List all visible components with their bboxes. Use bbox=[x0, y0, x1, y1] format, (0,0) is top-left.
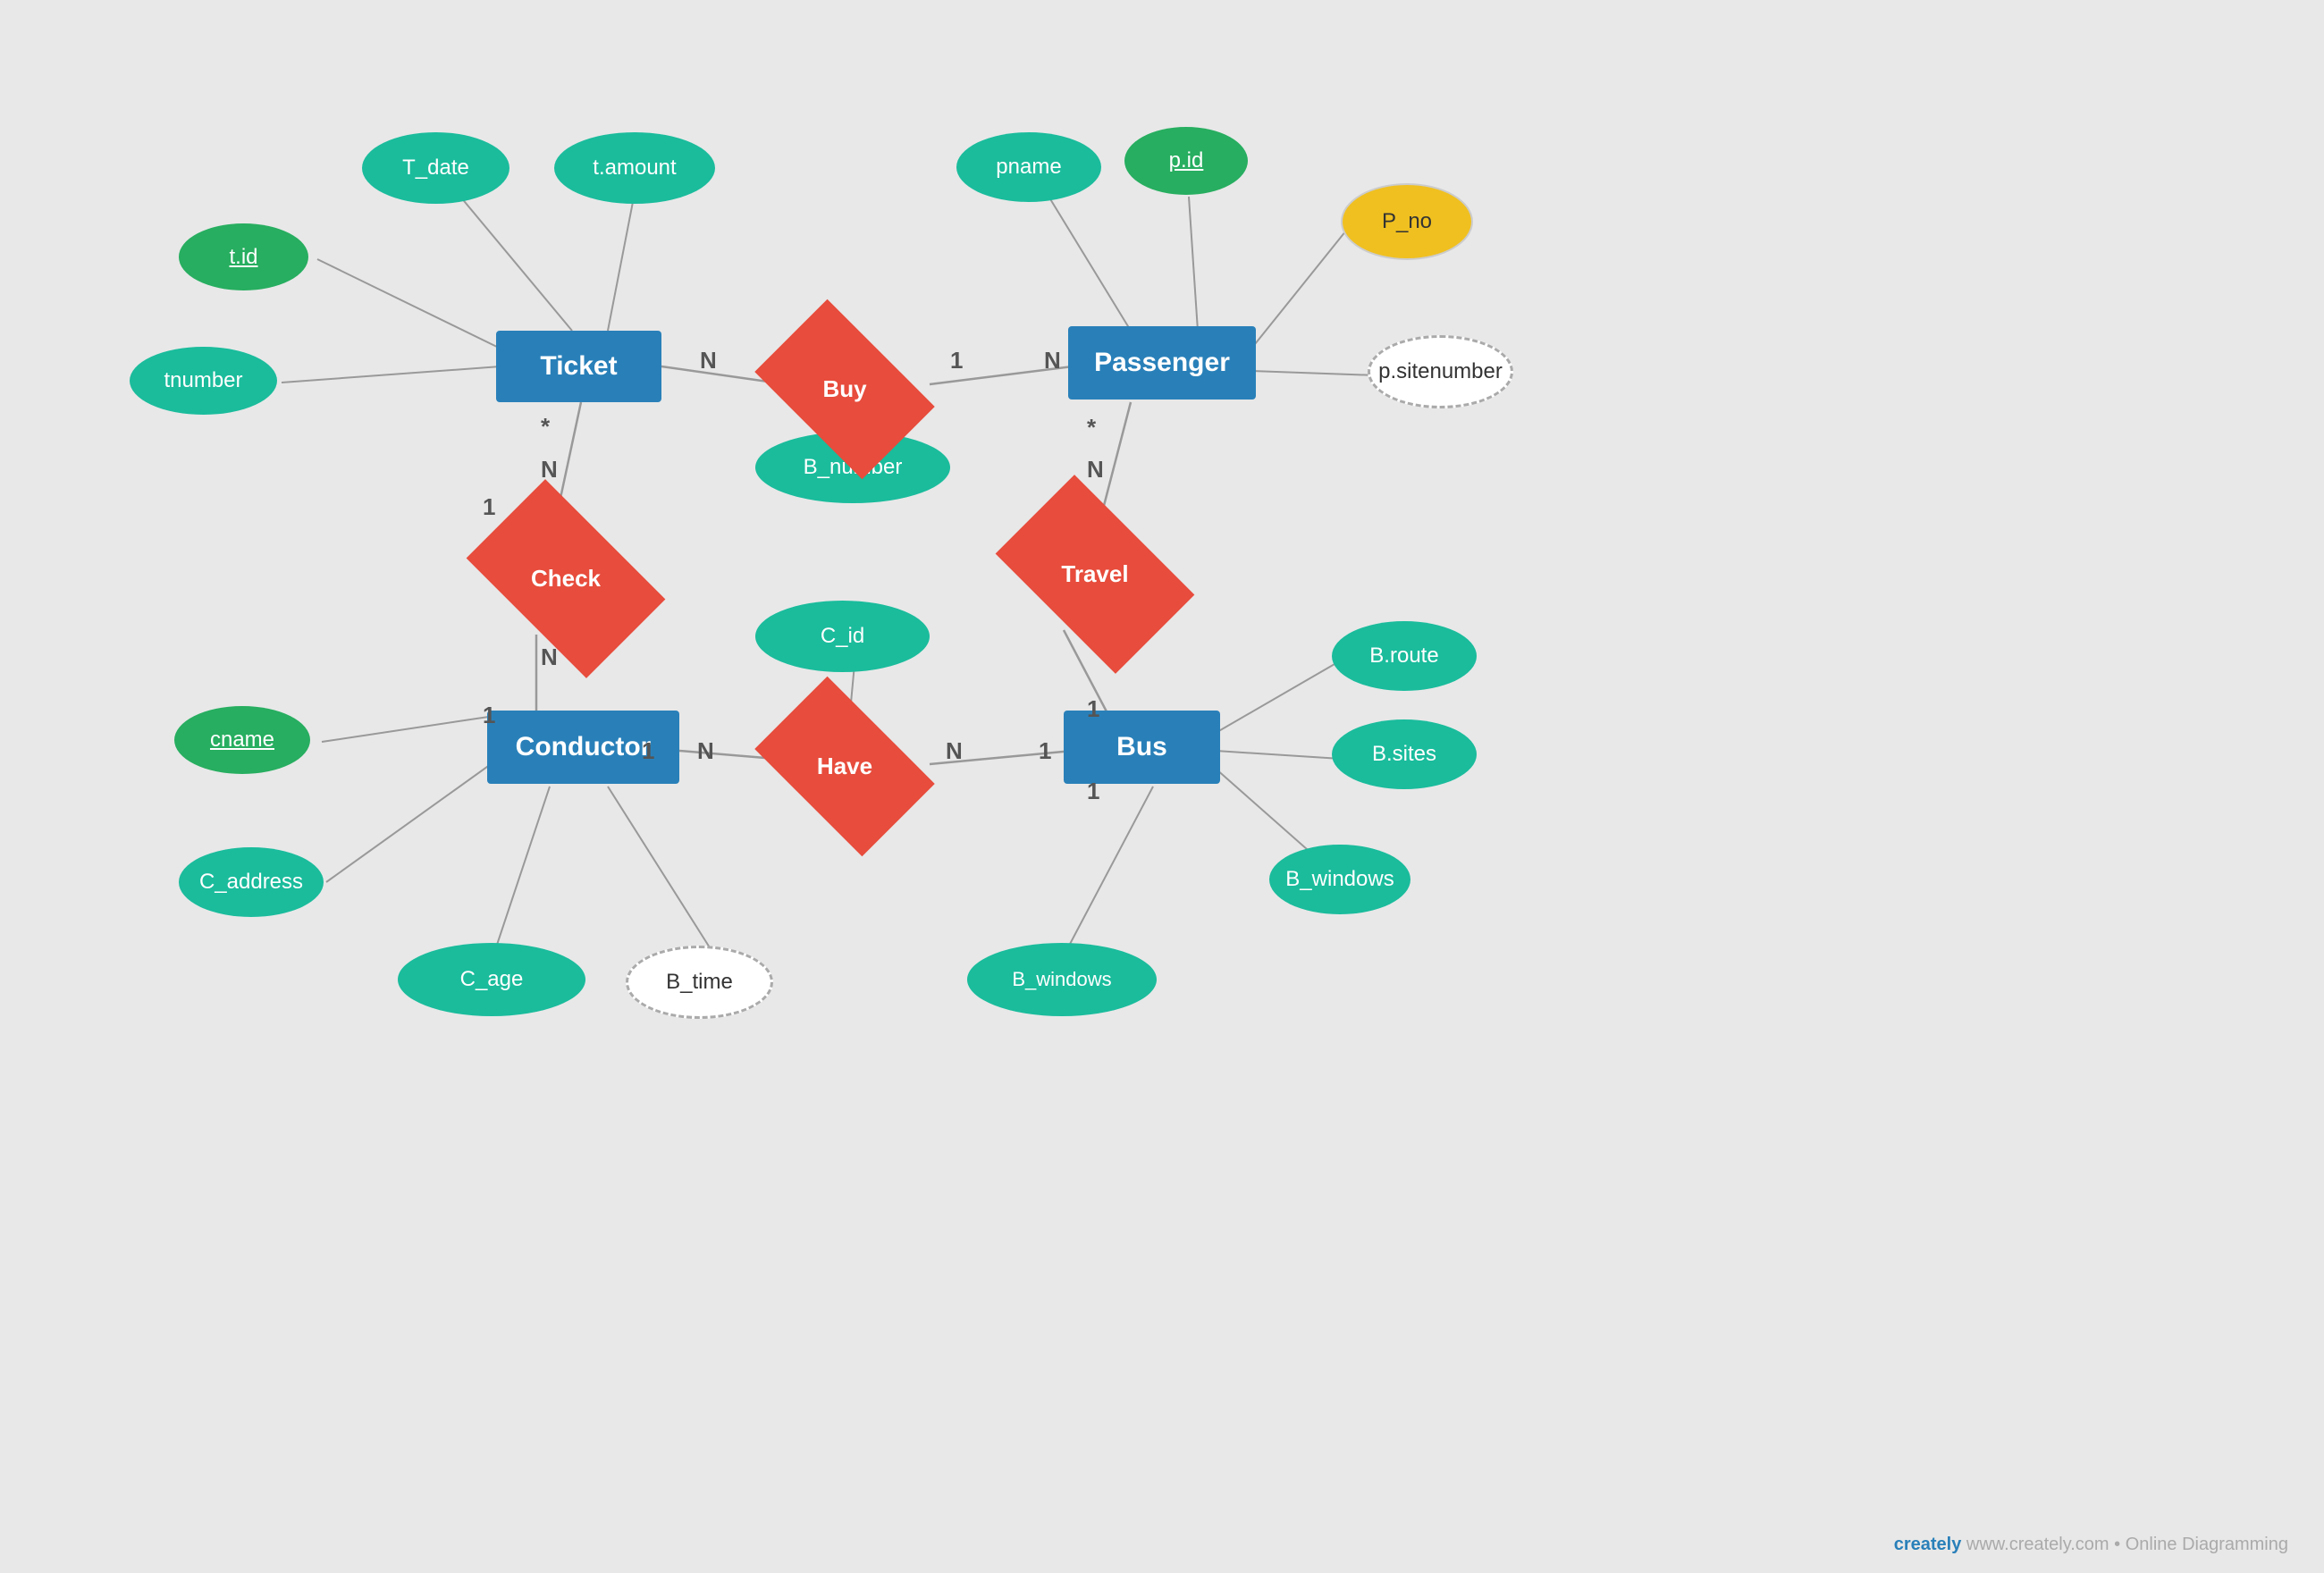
cardinality-bus-bottom-1: 1 bbox=[1087, 778, 1099, 805]
watermark-tagline: www.creately.com • Online Diagramming bbox=[1966, 1535, 2288, 1554]
cardinality-ticket-check-star: * bbox=[541, 413, 550, 441]
cardinality-conductor-have-n: N bbox=[697, 737, 714, 765]
watermark: creately www.creately.com • Online Diagr… bbox=[1894, 1535, 2288, 1555]
attribute-b-time: B.route bbox=[1332, 621, 1477, 691]
cardinality-have-bus-n: N bbox=[946, 737, 963, 765]
cardinality-passenger-travel-star: * bbox=[1087, 414, 1096, 442]
attribute-p-no: P_no bbox=[1341, 183, 1473, 260]
relationship-have: Have bbox=[769, 715, 921, 818]
cardinality-buy-passenger-1: 1 bbox=[950, 347, 963, 374]
attribute-p-id: p.id bbox=[1124, 127, 1248, 195]
cardinality-ticket-buy-n: N bbox=[700, 347, 717, 374]
attribute-tnumber: tnumber bbox=[130, 347, 277, 415]
relationship-travel: Travel bbox=[1010, 518, 1180, 630]
attribute-b-route: B.sites bbox=[1332, 719, 1477, 789]
attribute-t-date: T_date bbox=[362, 132, 509, 204]
cardinality-have-bus-1: 1 bbox=[1039, 737, 1051, 765]
attribute-c-address: C_age bbox=[398, 943, 585, 1016]
attribute-b-windows: B_windows bbox=[967, 943, 1157, 1016]
cardinality-ticket-check-1: 1 bbox=[483, 493, 495, 521]
cardinality-buy-passenger-n: N bbox=[1044, 347, 1061, 374]
cardinality-passenger-travel-n: N bbox=[1087, 456, 1104, 484]
attribute-c-age: B_time bbox=[626, 946, 773, 1019]
cardinality-check-conductor-1b: 1 bbox=[483, 702, 495, 729]
cardinality-conductor-have-1: 1 bbox=[642, 737, 654, 765]
relationship-check: Check bbox=[481, 523, 651, 635]
connections-svg bbox=[0, 0, 2324, 1573]
diagram-canvas: Ticket Passenger Conductor Bus Buy Check… bbox=[0, 0, 2324, 1573]
entity-ticket: Ticket bbox=[496, 331, 661, 402]
attribute-b-number: C_id bbox=[755, 601, 930, 672]
attribute-b-sites: B_windows bbox=[1269, 845, 1410, 914]
attribute-cname: C_address bbox=[179, 847, 324, 917]
attribute-p-age: p.sitenumber bbox=[1368, 335, 1513, 408]
attribute-t-amount: t.amount bbox=[554, 132, 715, 204]
cardinality-travel-bus-1: 1 bbox=[1087, 695, 1099, 723]
attribute-pname: pname bbox=[956, 132, 1101, 202]
attribute-t-id: t.id bbox=[179, 223, 308, 290]
relationship-buy: Buy bbox=[769, 338, 921, 441]
entity-passenger: Passenger bbox=[1068, 326, 1256, 400]
attribute-c-id: cname bbox=[174, 706, 310, 774]
